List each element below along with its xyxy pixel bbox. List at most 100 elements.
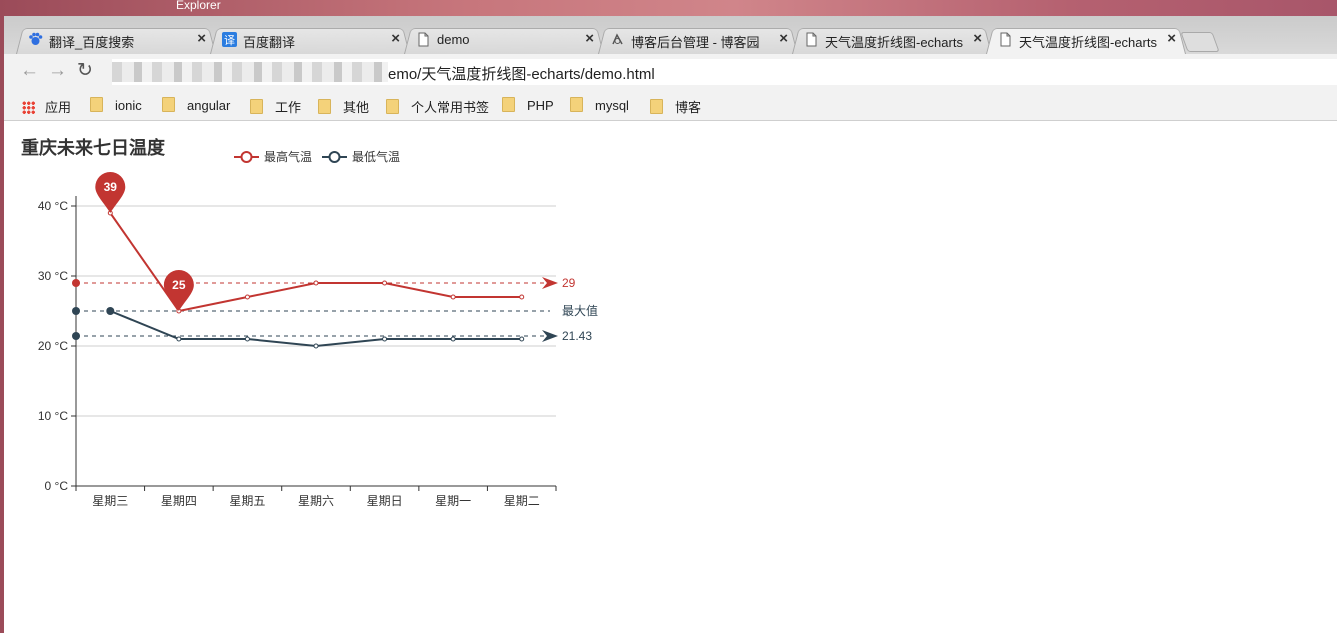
mark-point-label: 39 (104, 180, 118, 194)
address-blurred-segment (112, 62, 388, 82)
mark-line-start (72, 279, 80, 287)
tab-title: 天气温度折线图-echarts (825, 35, 963, 50)
tab-2[interactable]: 译百度翻译 × (210, 26, 410, 54)
tab-close-button[interactable]: × (585, 30, 594, 47)
toolbar: ← → ↻ emo/天气温度折线图-echarts/demo.html (4, 54, 1337, 90)
folder-icon (318, 99, 331, 114)
y-tick-label: 40 °C (38, 199, 68, 213)
mark-line-label: 29 (562, 276, 576, 290)
x-tick-label: 星期日 (367, 494, 403, 508)
line-chart: 40 °C 30 °C 20 °C 10 °C 0 °C 星期三 星期四 星期五 星期六 星期日 星… (38, 149, 598, 508)
mark-line-label: 21.43 (562, 329, 592, 343)
data-point (519, 294, 525, 300)
bookmark-angular[interactable]: angular (162, 97, 230, 113)
cnblogs-icon (610, 32, 625, 47)
page-icon (998, 32, 1013, 47)
tab-1[interactable]: 翻译_百度搜索 × (16, 26, 216, 54)
folder-icon (386, 99, 399, 114)
y-tick-label: 0 °C (45, 479, 69, 493)
bookmark-个人常用书签[interactable]: 个人常用书签 (386, 97, 490, 115)
data-point (176, 336, 182, 342)
browser-window: 翻译_百度搜索 × 译百度翻译 × demo × 博客后台管理 - 博客园 × 天气温度折线图-… (4, 16, 1337, 633)
bookmarks-bar: 应用 ionic angular 工作 其他 个人常用书签 PHP mysql 博客 (4, 90, 1337, 121)
y-tick-label: 10 °C (38, 409, 68, 423)
x-tick-label: 星期六 (298, 494, 334, 508)
data-point (313, 280, 319, 286)
bookmark-label: 工作 (275, 100, 302, 115)
tab-3[interactable]: demo × (404, 26, 604, 54)
bookmark-label: 博客 (675, 100, 702, 115)
folder-icon (90, 97, 103, 112)
folder-icon (570, 97, 583, 112)
reload-button[interactable]: ↻ (77, 61, 93, 81)
address-text: emo/天气温度折线图-echarts/demo.html (388, 66, 655, 83)
tab-close-button[interactable]: × (391, 30, 400, 47)
translate-icon: 译 (222, 32, 237, 47)
x-tick-label: 星期二 (504, 494, 540, 508)
data-point (382, 336, 388, 342)
tab-title: 翻译_百度搜索 (49, 35, 135, 50)
data-point (382, 280, 388, 286)
tab-close-button[interactable]: × (779, 30, 788, 47)
tab-title: 百度翻译 (243, 35, 296, 50)
bookmark-label: PHP (527, 98, 554, 113)
tab-title: 天气温度折线图-echarts (1019, 35, 1157, 50)
x-tick-label: 星期四 (161, 494, 197, 508)
back-button[interactable]: ← (20, 61, 39, 81)
data-point (519, 336, 525, 342)
bookmark-ionic[interactable]: ionic (90, 97, 142, 113)
mark-line-arrow (542, 329, 558, 342)
bookmark-博客[interactable]: 博客 (650, 97, 702, 115)
forward-button[interactable]: → (48, 61, 67, 81)
data-point (450, 294, 456, 300)
tab-close-button[interactable]: × (197, 30, 206, 47)
tab-title: 博客后台管理 - 博客园 (631, 35, 760, 50)
legend-label: 最低气温 (352, 149, 400, 164)
svg-text:译: 译 (224, 34, 235, 47)
bookmark-label: 应用 (45, 100, 72, 115)
bookmark-label: ionic (115, 98, 142, 113)
bookmark-label: 其他 (343, 100, 370, 115)
series-start-dot (106, 307, 115, 315)
folder-icon (250, 99, 263, 114)
tab-title: demo (437, 32, 470, 47)
bookmark-label: 个人常用书签 (411, 100, 490, 115)
page-icon (416, 32, 431, 47)
legend-label: 最高气温 (264, 149, 312, 164)
x-tick-label: 星期一 (435, 494, 471, 508)
mark-line-label: 最大值 (562, 303, 598, 318)
address-bar[interactable]: emo/天气温度折线图-echarts/demo.html (112, 59, 1337, 85)
tab-5[interactable]: 天气温度折线图-echarts × (792, 26, 992, 54)
legend-marker (328, 151, 341, 163)
desktop-window-title: Explorer (176, 0, 221, 12)
y-tick-label: 30 °C (38, 269, 68, 283)
x-tick-label: 星期三 (92, 494, 128, 508)
data-point (244, 294, 250, 300)
bookmark-PHP[interactable]: PHP (502, 97, 554, 113)
new-tab-button[interactable] (1180, 32, 1220, 52)
x-tick-label: 星期五 (229, 494, 265, 508)
bookmark-其他[interactable]: 其他 (318, 97, 370, 115)
data-point (313, 343, 319, 349)
tab-strip: 翻译_百度搜索 × 译百度翻译 × demo × 博客后台管理 - 博客园 × 天气温度折线图-… (4, 16, 1337, 54)
folder-icon (502, 97, 515, 112)
mark-line-start (72, 331, 80, 340)
data-point (450, 336, 456, 342)
mark-point-label: 25 (172, 278, 186, 292)
folder-icon (650, 99, 663, 114)
bookmark-工作[interactable]: 工作 (250, 97, 302, 115)
bookmark-mysql[interactable]: mysql (570, 97, 629, 113)
folder-icon (162, 97, 175, 112)
page-content: 重庆未来七日温度 40 °C 30 °C 20 °C 10 °C 0 °C 星期三 星期四星… (4, 121, 1337, 633)
series-line (109, 310, 522, 348)
y-tick-label: 20 °C (38, 339, 68, 353)
apps-grid-icon (22, 101, 35, 114)
bookmark-label: mysql (595, 98, 629, 113)
page-icon (804, 32, 819, 47)
tab-6[interactable]: 天气温度折线图-echarts × (986, 26, 1186, 54)
tab-close-button[interactable]: × (1167, 30, 1176, 47)
tab-close-button[interactable]: × (973, 30, 982, 47)
mark-line-start (72, 307, 80, 315)
bookmark-应用[interactable]: 应用 (22, 97, 72, 115)
tab-4[interactable]: 博客后台管理 - 博客园 × (598, 26, 798, 54)
